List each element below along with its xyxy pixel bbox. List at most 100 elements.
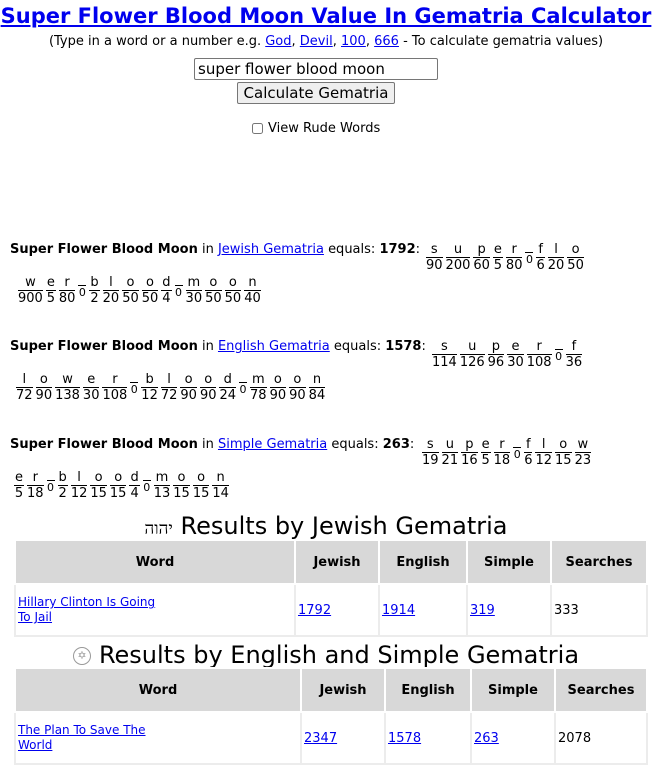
word-link[interactable]: The Plan To Save The World — [18, 723, 146, 752]
jewish-value-link[interactable]: 1792 — [298, 603, 331, 618]
col-searches[interactable]: Searches — [550, 539, 648, 585]
letter-value: 0 — [143, 481, 151, 494]
word-line2: To Jail — [18, 610, 53, 624]
letter-value: 12 — [535, 453, 553, 468]
english-value-link[interactable]: 1578 — [388, 731, 421, 746]
letter-char: e — [14, 470, 24, 486]
letter-value: 0 — [513, 448, 521, 461]
letter-cell: o 50 — [205, 275, 222, 306]
calculate-button[interactable]: Calculate Gematria — [237, 82, 395, 104]
search-input[interactable] — [194, 58, 438, 80]
letter-cell: s 19 — [422, 437, 439, 468]
letter-cell: o 90 — [180, 372, 197, 403]
letter-char: p — [487, 339, 505, 355]
letter-char — [130, 372, 139, 383]
col-simple[interactable]: Simple — [470, 667, 556, 713]
letter-cell: l 72 — [16, 372, 33, 403]
letter-cell: f 36 — [565, 339, 583, 370]
rude-words-toggle[interactable]: View Rude Words — [252, 121, 380, 136]
letter-char: m — [153, 470, 171, 486]
col-english[interactable]: English — [378, 539, 468, 585]
letter-cell: o 90 — [269, 372, 287, 403]
letter-char: o — [109, 470, 127, 486]
letter-value: 80 — [505, 258, 523, 273]
english-results-heading: ✡ Results by English and Simple Gematria — [0, 641, 652, 669]
hint-link-devil[interactable]: Devil — [300, 34, 333, 49]
letter-value: 30 — [185, 291, 203, 306]
letter-cell-space: 0 — [142, 470, 151, 494]
table-row: The Plan To Save The World 2347 1578 263 … — [14, 711, 648, 765]
word-link[interactable]: Hillary Clinton Is Going To Jail — [18, 595, 155, 624]
letter-value: 72 — [16, 388, 33, 403]
col-english[interactable]: English — [384, 667, 472, 713]
cell-searches: 333 — [550, 583, 648, 637]
page-title-link[interactable]: Super Flower Blood Moon Value In Gematri… — [1, 4, 652, 28]
jewish-results-heading: יהוה Results by Jewish Gematria — [0, 512, 652, 540]
letter-value: 50 — [122, 291, 139, 306]
letter-value: 0 — [47, 481, 55, 494]
word-line2: World — [18, 738, 53, 752]
cipher-link-simple[interactable]: Simple Gematria — [218, 437, 327, 452]
letter-value: 108 — [102, 388, 128, 403]
letter-value: 19 — [422, 453, 439, 468]
letter-cell: b2 — [57, 470, 68, 501]
letter-cell: b2 — [89, 275, 100, 306]
word-line1: Hillary Clinton Is Going — [18, 595, 156, 609]
jewish-value-link[interactable]: 2347 — [304, 731, 337, 746]
letter-char: b — [57, 470, 68, 486]
hebrew-tetragrammaton-icon: יהוה — [144, 519, 173, 539]
letter-value: 40 — [244, 291, 261, 306]
letter-char: r — [493, 437, 511, 453]
letter-char: p — [473, 242, 490, 258]
letter-cell: o 50 — [224, 275, 242, 306]
col-jewish[interactable]: Jewish — [300, 667, 386, 713]
hint-link-god[interactable]: God — [265, 34, 291, 49]
letter-char: w — [574, 437, 592, 453]
col-simple[interactable]: Simple — [466, 539, 552, 585]
simple-value-link[interactable]: 263 — [474, 731, 499, 746]
letter-value: 50 — [567, 258, 584, 273]
letter-breakdown-jewish-b: w 900 e 5 r 80 0 b 2 l 20 o 50 o 50 d 4 0 m 30 o 50 o 50 n 40 — [18, 275, 264, 306]
letter-char: e — [507, 339, 524, 355]
letter-char: m — [250, 372, 267, 388]
letter-value: 0 — [175, 286, 183, 299]
col-word[interactable]: Word — [14, 539, 296, 585]
page-title: Super Flower Blood Moon Value In Gematri… — [0, 4, 652, 28]
letter-value: 18 — [493, 453, 511, 468]
rude-words-checkbox[interactable] — [252, 123, 263, 134]
col-jewish[interactable]: Jewish — [294, 539, 380, 585]
letter-value: 2 — [58, 486, 67, 501]
cipher-phrase: Super Flower Blood Moon — [10, 437, 198, 452]
letter-char: r — [505, 242, 523, 258]
letter-value: 14 — [212, 486, 229, 501]
letter-char: w — [55, 372, 80, 388]
letter-char: s — [422, 437, 439, 453]
letter-cell: e 30 — [82, 372, 100, 403]
letter-cell-space: 0 — [46, 470, 55, 494]
letter-char: o — [141, 275, 159, 291]
letter-cell: s 90 — [426, 242, 443, 273]
col-searches[interactable]: Searches — [554, 667, 648, 713]
letter-char: u — [459, 339, 485, 355]
cipher-link-jewish[interactable]: Jewish Gematria — [218, 242, 324, 257]
letter-char — [525, 242, 534, 253]
letter-cell: e5 — [492, 242, 503, 273]
letter-value: 90 — [426, 258, 443, 273]
letter-char: o — [289, 372, 306, 388]
letter-cell-space: 0 — [525, 242, 534, 265]
hint-link-666[interactable]: 666 — [374, 34, 399, 49]
letter-char: o — [224, 275, 242, 291]
letter-cell-space: 0 — [174, 275, 183, 299]
letter-cell: o 90 — [289, 372, 306, 403]
simple-value-link[interactable]: 319 — [470, 603, 495, 618]
col-word[interactable]: Word — [14, 667, 302, 713]
cipher-total: 1578 — [385, 339, 422, 354]
letter-char: n — [244, 275, 261, 291]
cell-english: 1914 — [378, 583, 468, 637]
cipher-summary-simple: Super Flower Blood Moon in Simple Gematr… — [10, 437, 414, 452]
english-value-link[interactable]: 1914 — [382, 603, 415, 618]
table-header-row: Word Jewish English Simple Searches — [14, 667, 648, 713]
cipher-link-english[interactable]: English Gematria — [218, 339, 330, 354]
letter-cell: l 12 — [535, 437, 553, 468]
hint-link-100[interactable]: 100 — [341, 34, 366, 49]
